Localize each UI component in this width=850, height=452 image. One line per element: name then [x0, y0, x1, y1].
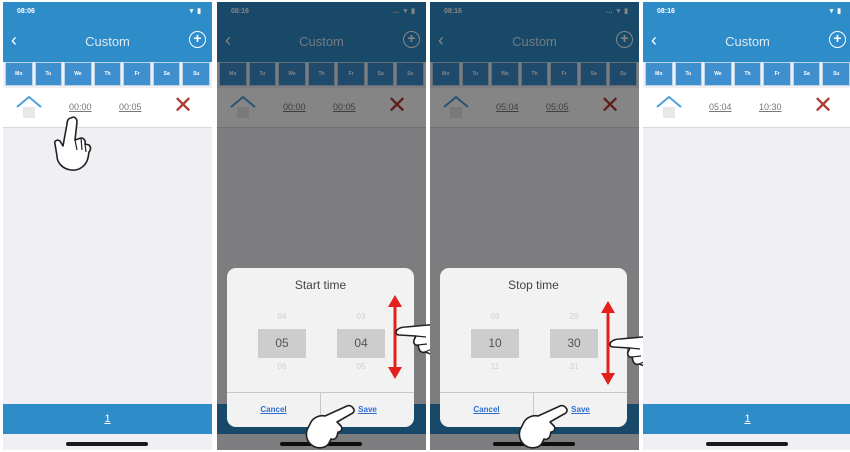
- phone-screen-1: 08:06 ▾ ▮ ‹ Custom + Mo Tu We Th Fr Sa S…: [3, 2, 212, 450]
- weekday-tabs: Mo Tu We Th Fr Sa Su: [645, 62, 850, 86]
- day-tab-su[interactable]: Su: [822, 62, 850, 86]
- day-tab-sa[interactable]: Sa: [792, 62, 821, 86]
- schedule-row: 05:04 10:30 ✕: [643, 88, 850, 128]
- delete-icon[interactable]: ✕: [813, 93, 833, 119]
- picker-next-value: 05: [356, 362, 366, 371]
- page-indicator[interactable]: 1: [643, 404, 850, 434]
- add-icon[interactable]: +: [189, 31, 206, 48]
- day-tab-mo[interactable]: Mo: [5, 62, 33, 86]
- weekday-tabs: Mo Tu We Th Fr Sa Su: [5, 62, 211, 86]
- day-tab-tu[interactable]: Tu: [34, 62, 63, 86]
- picker-selected-value[interactable]: 10: [471, 329, 519, 358]
- picker-selected-value[interactable]: 30: [550, 329, 598, 358]
- picker-prev-value: 29: [569, 312, 579, 321]
- day-tab-fr[interactable]: Fr: [763, 62, 791, 86]
- day-tab-sa[interactable]: Sa: [152, 62, 181, 86]
- status-time: 08:06: [17, 8, 35, 15]
- house-icon: [656, 95, 682, 118]
- day-tab-su[interactable]: Su: [182, 62, 211, 86]
- add-icon[interactable]: +: [829, 31, 846, 48]
- day-tab-fr[interactable]: Fr: [123, 62, 151, 86]
- dialog-title: Stop time: [508, 278, 559, 292]
- pointing-hand-icon: [305, 404, 355, 449]
- delete-icon[interactable]: ✕: [173, 93, 193, 119]
- picker-selected-value[interactable]: 05: [258, 329, 306, 358]
- picker-prev-value: 09: [490, 312, 500, 321]
- schedule-row: 00:00 00:05 ✕: [3, 88, 212, 128]
- picker-prev-value: 03: [356, 312, 366, 321]
- picker-selected-value[interactable]: 04: [337, 329, 385, 358]
- dialog-title: Start time: [294, 278, 347, 292]
- status-time: 08:16: [657, 8, 675, 15]
- stop-time-value[interactable]: 00:05: [119, 102, 142, 112]
- start-time-value[interactable]: 05:04: [709, 102, 732, 112]
- day-tab-mo[interactable]: Mo: [645, 62, 673, 86]
- nav-bar: ‹ Custom +: [643, 22, 850, 62]
- pointing-hand-icon: [54, 116, 92, 171]
- nav-bar: ‹ Custom +: [3, 22, 212, 62]
- minute-picker[interactable]: 29 30 31: [550, 306, 598, 376]
- house-icon: [16, 95, 42, 118]
- picker-next-value: 31: [569, 362, 579, 371]
- home-indicator: [66, 442, 148, 446]
- phone-screen-2: 08:16 … ▾ ▮ ‹ Custom + Mo Tu We Th Fr Sa…: [217, 2, 426, 450]
- status-bar: 08:06 ▾ ▮: [3, 2, 212, 22]
- stop-time-value[interactable]: 10:30: [759, 102, 782, 112]
- picker-next-value: 11: [490, 362, 500, 371]
- minute-picker[interactable]: 03 04 05: [337, 306, 385, 376]
- pointing-hand-icon: [518, 404, 568, 449]
- day-tab-we[interactable]: We: [704, 62, 732, 86]
- status-icons: ▾ ▮: [189, 8, 202, 15]
- day-tab-th[interactable]: Th: [93, 62, 122, 86]
- status-icons: ▾ ▮: [829, 8, 842, 15]
- hour-picker[interactable]: 09 10 11: [471, 306, 519, 376]
- day-tab-tu[interactable]: Tu: [674, 62, 703, 86]
- picker-next-value: 06: [277, 362, 287, 371]
- day-tab-we[interactable]: We: [64, 62, 92, 86]
- start-time-value[interactable]: 00:00: [69, 102, 92, 112]
- picker-prev-value: 04: [277, 312, 287, 321]
- page-title: Custom: [85, 34, 130, 49]
- page-title: Custom: [725, 34, 770, 49]
- home-indicator: [706, 442, 788, 446]
- hour-picker[interactable]: 04 05 06: [258, 306, 306, 376]
- status-bar: 08:16 ▾ ▮: [643, 2, 850, 22]
- phone-screen-3: 08:16 … ▾ ▮ ‹ Custom + Mo Tu We Th Fr Sa…: [430, 2, 639, 450]
- page-indicator[interactable]: 1: [3, 404, 212, 434]
- day-tab-th[interactable]: Th: [733, 62, 762, 86]
- phone-screen-4: 08:16 ▾ ▮ ‹ Custom + Mo Tu We Th Fr Sa S…: [643, 2, 850, 450]
